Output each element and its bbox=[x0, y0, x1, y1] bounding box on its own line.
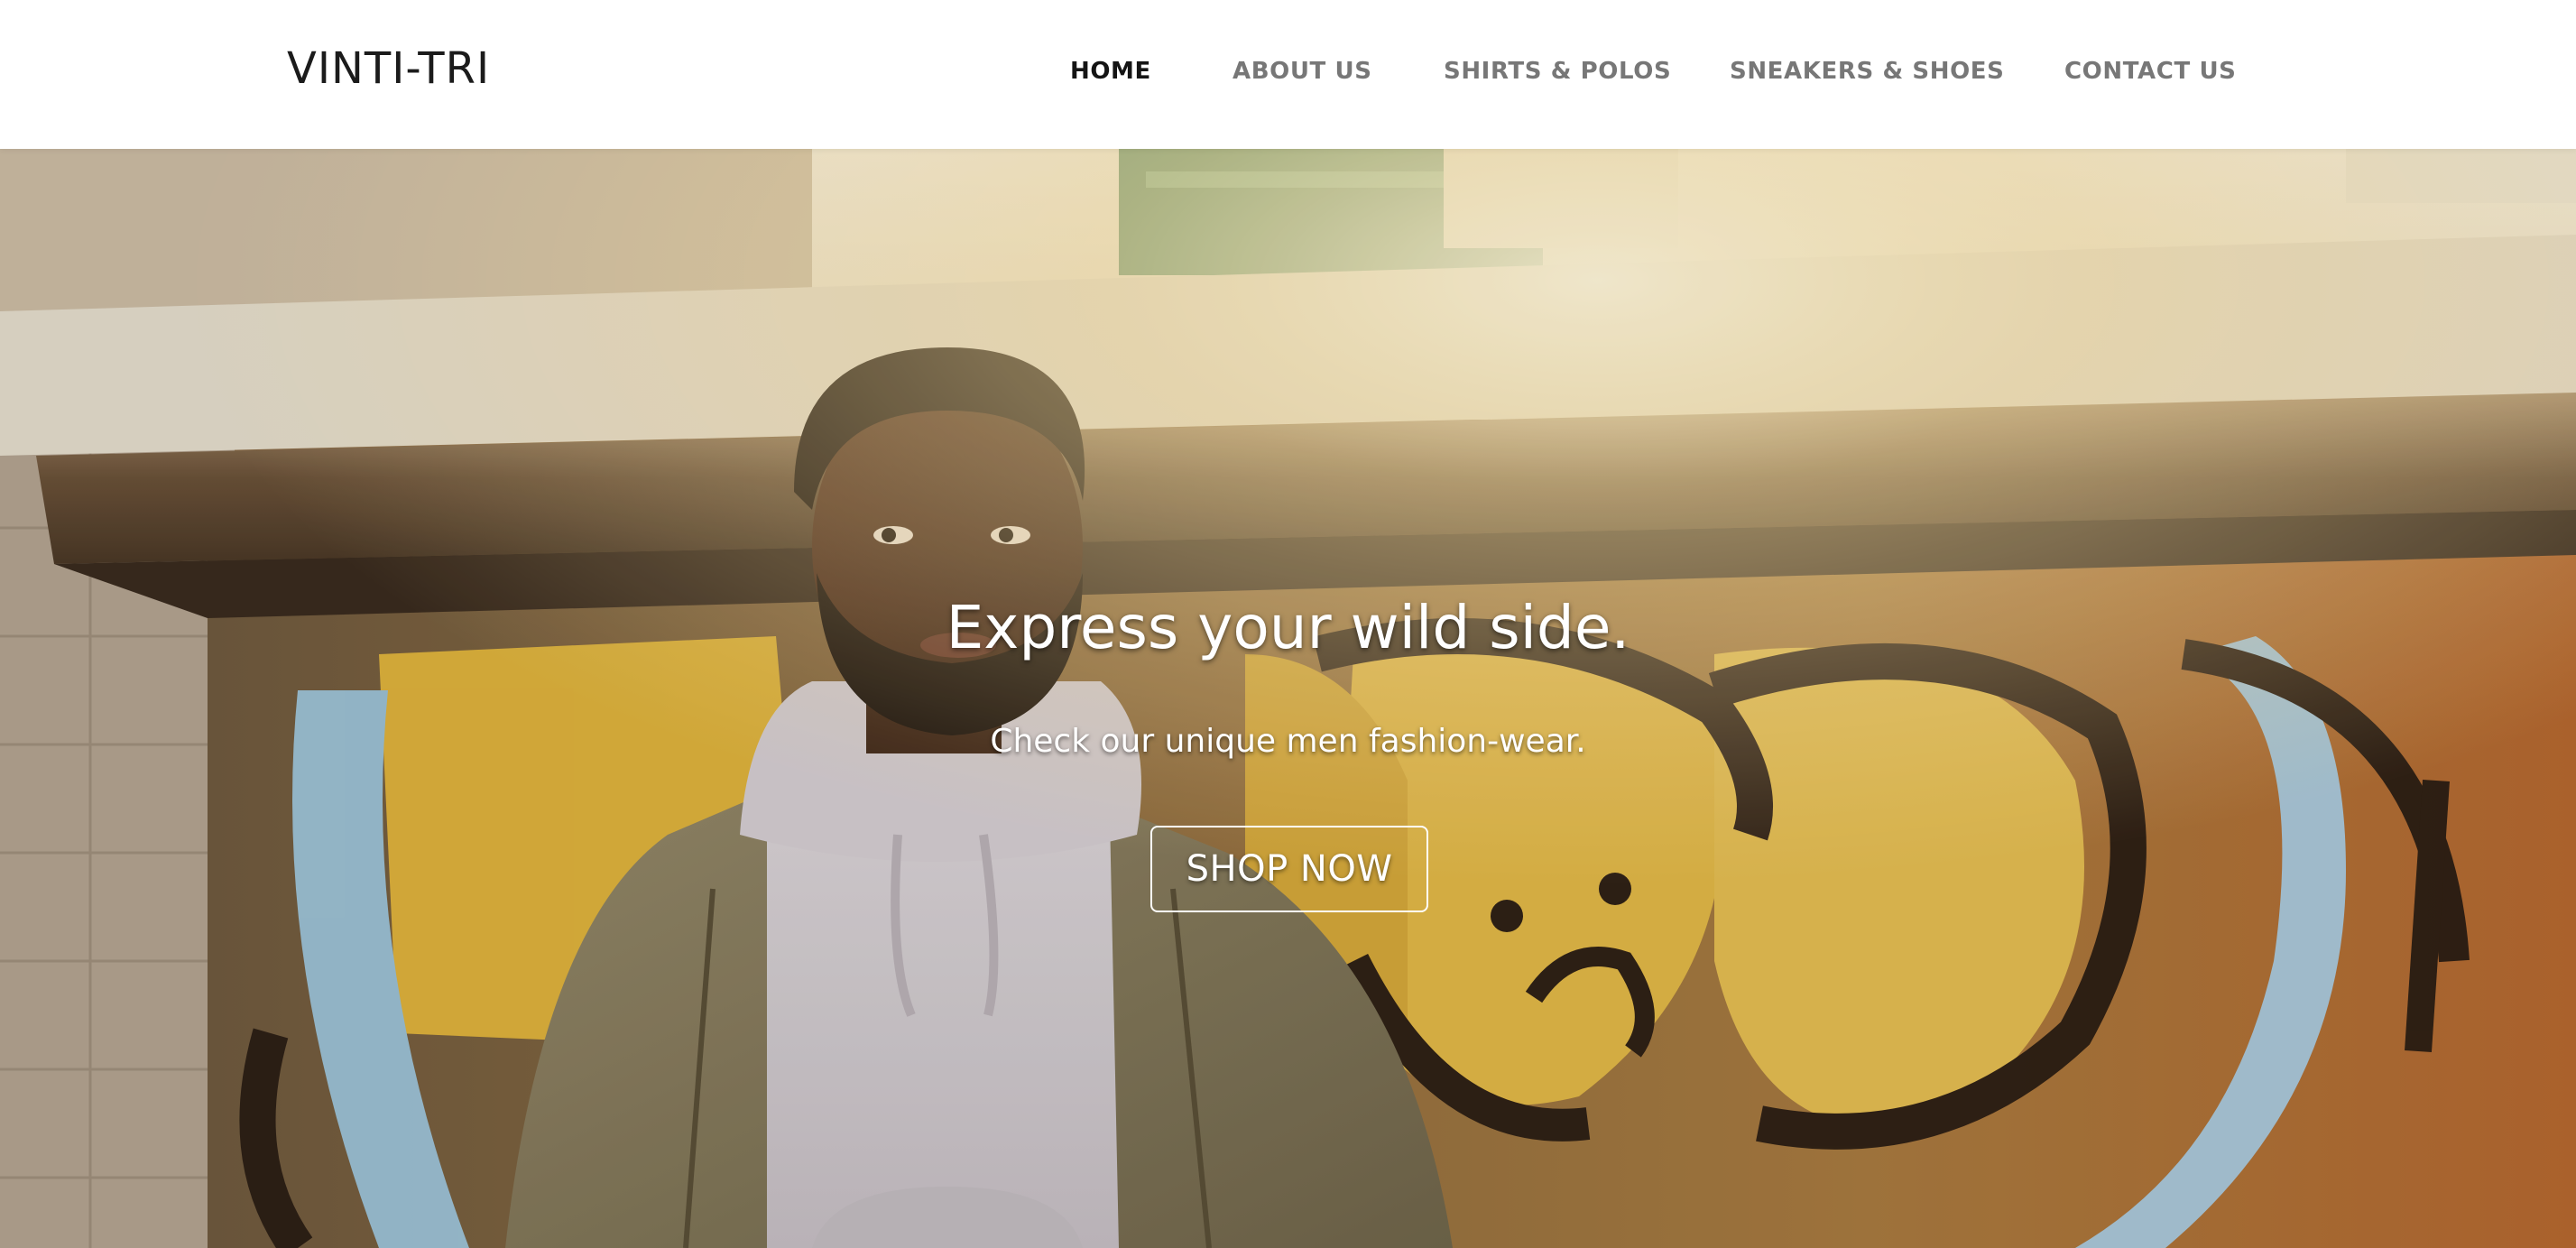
site-header: VINTI-TRI HOME ABOUT US SHIRTS & POLOS S… bbox=[0, 0, 2576, 149]
hero-subtitle: Check our unique men fashion-wear. bbox=[990, 723, 1586, 760]
main-nav: HOME ABOUT US SHIRTS & POLOS SNEAKERS & … bbox=[0, 0, 2576, 149]
shop-now-button[interactable]: SHOP NOW bbox=[1150, 826, 1428, 912]
hero-background-image bbox=[0, 149, 2576, 1248]
nav-item-sneakers-shoes[interactable]: SNEAKERS & SHOES bbox=[1730, 60, 2004, 83]
nav-item-shirts-polos[interactable]: SHIRTS & POLOS bbox=[1444, 60, 1671, 83]
nav-item-home[interactable]: HOME bbox=[1070, 60, 1151, 83]
hero-title: Express your wild side. bbox=[946, 593, 1630, 662]
nav-item-contact-us[interactable]: CONTACT US bbox=[2064, 60, 2237, 83]
nav-item-about-us[interactable]: ABOUT US bbox=[1233, 60, 1372, 83]
hero-section: Express your wild side. Check our unique… bbox=[0, 149, 2576, 1248]
